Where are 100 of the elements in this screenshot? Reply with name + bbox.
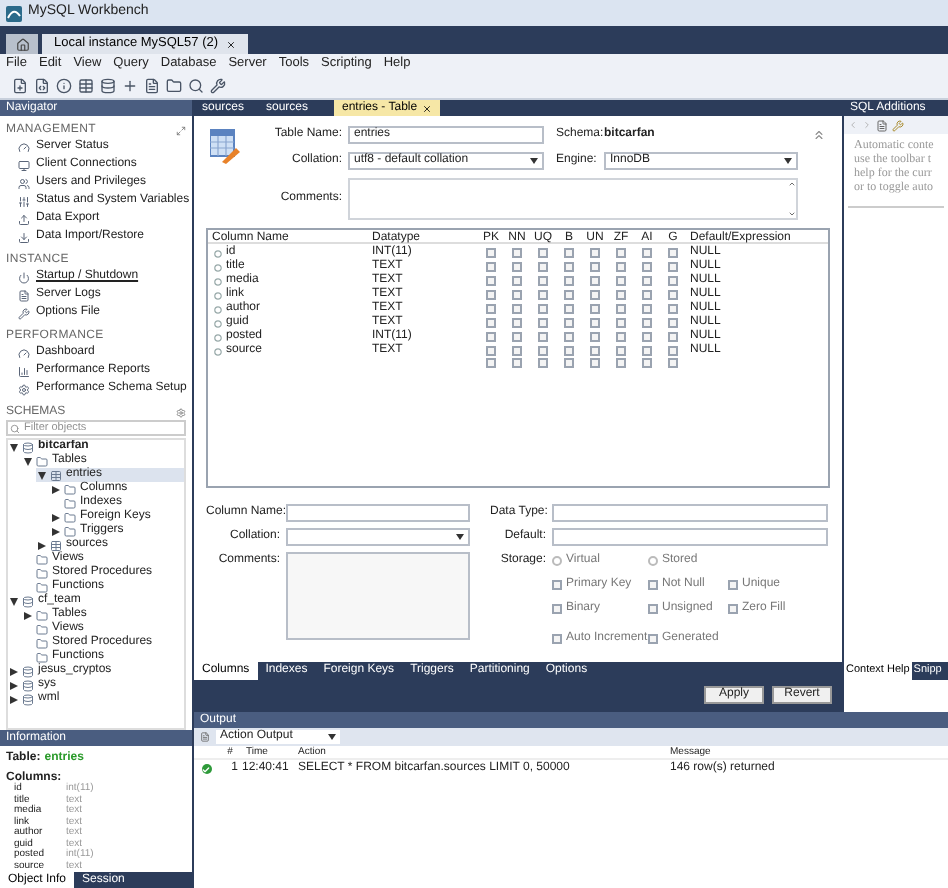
checkbox[interactable] [668,332,678,342]
document-icon[interactable] [200,732,210,742]
checkbox[interactable] [564,262,574,272]
checkbox[interactable] [648,580,658,590]
column-name-field[interactable] [286,504,470,522]
checkbox[interactable] [616,248,626,258]
checkbox[interactable] [564,290,574,300]
checkbox[interactable] [590,248,600,258]
checkbox[interactable] [648,634,658,644]
checkbox[interactable] [642,290,652,300]
expanded-arrow-icon[interactable] [9,597,17,605]
checkbox[interactable] [486,248,496,258]
checkbox[interactable] [512,358,522,368]
collation-dropdown[interactable] [286,528,470,546]
checkbox[interactable] [564,346,574,356]
checkbox[interactable] [616,332,626,342]
checkbox[interactable] [590,332,600,342]
checkbox[interactable] [564,332,574,342]
comments-field[interactable] [348,178,798,220]
checkbox[interactable] [538,318,548,328]
checkbox[interactable] [512,290,522,300]
checkbox[interactable] [616,358,626,368]
checkbox[interactable] [486,358,496,368]
checkbox[interactable] [590,262,600,272]
search-icon[interactable] [188,78,204,94]
checkbox[interactable] [642,358,652,368]
checkbox[interactable] [642,304,652,314]
back-icon[interactable] [848,120,858,130]
checkbox[interactable] [512,276,522,286]
checkbox[interactable] [552,580,562,590]
default-field[interactable] [552,528,828,546]
checkbox[interactable] [486,262,496,272]
checkbox[interactable] [728,604,738,614]
checkbox[interactable] [642,332,652,342]
checkbox[interactable] [616,304,626,314]
radio-button[interactable] [552,556,562,566]
checkbox[interactable] [564,276,574,286]
checkbox[interactable] [486,276,496,286]
wrench-icon[interactable] [892,119,904,131]
checkbox[interactable] [616,318,626,328]
checkbox[interactable] [512,248,522,258]
new-file-icon[interactable] [12,78,28,94]
checkbox[interactable] [552,604,562,614]
checkbox[interactable] [616,290,626,300]
checkbox[interactable] [538,332,548,342]
checkbox[interactable] [538,248,548,258]
checkbox[interactable] [564,318,574,328]
checkbox[interactable] [590,276,600,286]
info-icon[interactable] [56,78,72,94]
home-tab[interactable] [6,34,38,54]
radio-button[interactable] [648,556,658,566]
checkbox[interactable] [538,346,548,356]
checkbox[interactable] [590,346,600,356]
checkbox[interactable] [642,346,652,356]
checkbox[interactable] [590,318,600,328]
checkbox[interactable] [512,304,522,314]
document-icon[interactable] [876,119,888,131]
checkbox[interactable] [728,580,738,590]
checkbox[interactable] [486,346,496,356]
checkbox[interactable] [538,358,548,368]
settings-icon[interactable] [176,407,186,417]
checkbox[interactable] [552,634,562,644]
comments-field[interactable] [286,552,470,640]
checkbox[interactable] [486,332,496,342]
checkbox[interactable] [564,248,574,258]
checkbox[interactable] [616,262,626,272]
checkbox[interactable] [512,346,522,356]
database-icon[interactable] [100,78,116,94]
collapse-icon[interactable] [812,128,826,142]
checkbox[interactable] [512,318,522,328]
checkbox[interactable] [486,304,496,314]
file-icon[interactable] [34,78,50,94]
plus-icon[interactable] [122,78,138,94]
checkbox[interactable] [648,604,658,614]
checkbox[interactable] [538,262,548,272]
folder-icon[interactable] [166,78,182,94]
checkbox[interactable] [486,290,496,300]
checkbox[interactable] [590,304,600,314]
checkbox[interactable] [668,346,678,356]
forward-icon[interactable] [862,120,872,130]
table-icon[interactable] [78,78,94,94]
checkbox[interactable] [668,290,678,300]
expand-icon[interactable] [176,125,186,135]
checkbox[interactable] [616,276,626,286]
checkbox[interactable] [538,304,548,314]
checkbox[interactable] [486,318,496,328]
checkbox[interactable] [668,358,678,368]
checkbox[interactable] [538,276,548,286]
checkbox[interactable] [642,262,652,272]
checkbox[interactable] [590,358,600,368]
checkbox[interactable] [564,304,574,314]
checkbox[interactable] [642,248,652,258]
checkbox[interactable] [668,276,678,286]
document-icon[interactable] [144,78,160,94]
checkbox[interactable] [642,276,652,286]
checkbox[interactable] [668,262,678,272]
data-type-field[interactable] [552,504,828,522]
checkbox[interactable] [668,248,678,258]
checkbox[interactable] [642,318,652,328]
collapsed-arrow-icon[interactable] [23,611,31,619]
